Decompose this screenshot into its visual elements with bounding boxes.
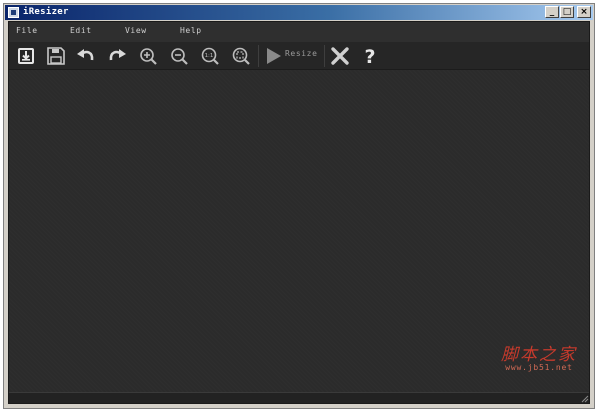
play-icon [267,48,281,64]
window-controls: _ □ × [545,6,591,18]
undo-icon [77,49,94,61]
zoom-actual-icon: 1:1 [201,47,219,65]
cancel-button[interactable] [329,46,351,66]
watermark-text: 脚本之家 [501,345,577,365]
help-icon: ? [364,46,375,66]
toolbar: 1:1 Resize ? [9,43,589,70]
open-button[interactable] [15,46,37,66]
resize-label[interactable]: Resize [285,49,318,58]
app-area: File Edit View Help 1:1 Resize ? 脚本之家 ww… [8,21,590,404]
maximize-button[interactable]: □ [560,6,574,18]
menu-bar: File Edit View Help [9,22,589,43]
zoom-fit-button[interactable] [230,46,252,66]
zoom-actual-label: 1:1 [205,53,214,59]
menu-edit[interactable]: Edit [70,26,92,35]
app-icon [8,7,19,18]
menu-file[interactable]: File [16,26,38,35]
menu-help[interactable]: Help [180,26,202,35]
status-bar [9,392,589,403]
redo-icon [109,49,126,61]
open-icon [18,48,34,64]
zoom-in-button[interactable] [137,46,159,66]
zoom-out-button[interactable] [168,46,190,66]
help-button[interactable]: ? [359,46,381,66]
save-button[interactable] [45,46,67,66]
minimize-button[interactable]: _ [545,6,559,18]
toolbar-separator [324,45,325,67]
resize-grip-icon[interactable] [580,394,589,403]
zoom-in-icon [140,48,157,65]
zoom-fit-icon [232,47,250,65]
resize-button[interactable] [263,46,285,66]
title-bar[interactable]: iResizer _ □ × [5,5,593,20]
zoom-actual-button[interactable]: 1:1 [199,46,221,66]
window-title: iResizer [23,7,69,17]
close-icon [331,47,349,65]
undo-button[interactable] [75,46,97,66]
help-label: ? [364,46,375,66]
redo-button[interactable] [106,46,128,66]
close-window-button[interactable]: × [577,6,591,18]
toolbar-separator [258,45,259,67]
zoom-out-icon [171,48,188,65]
save-icon [47,47,65,65]
app-window: iResizer _ □ × File Edit View Help 1:1 R… [3,3,595,409]
image-canvas[interactable]: 脚本之家 www.jb51.net [9,70,589,392]
menu-view[interactable]: View [125,26,147,35]
watermark: 脚本之家 www.jb51.net [501,340,577,372]
watermark-url: www.jb51.net [505,363,573,372]
